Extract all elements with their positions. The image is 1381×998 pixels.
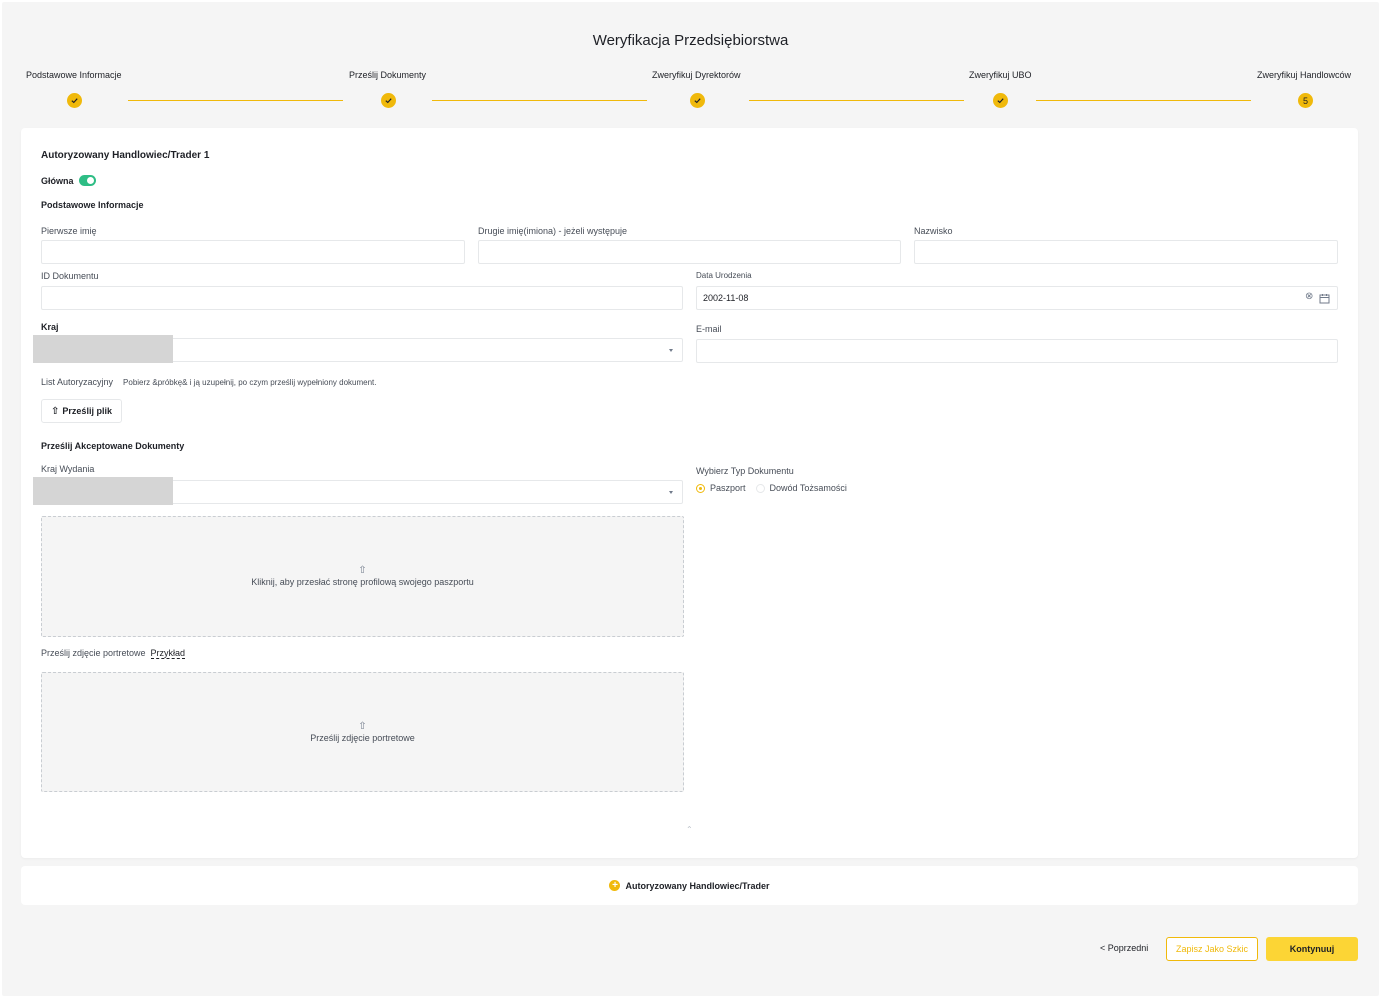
- last-name-field[interactable]: [914, 240, 1338, 264]
- step-connector: [432, 100, 647, 101]
- step-current-number: 5: [1298, 93, 1313, 108]
- check-icon: [71, 98, 78, 104]
- portrait-label-row: Prześlij zdjęcie portretowe Przykład: [41, 648, 186, 659]
- doc-type-radio-group: Paszport Dowód Tożsamości: [696, 483, 847, 493]
- birth-date-value: 2002-11-08: [703, 293, 749, 303]
- portrait-label: Prześlij zdjęcie portretowe: [41, 648, 146, 658]
- page-title: Weryfikacja Przedsiębiorstwa: [592, 32, 789, 49]
- redacted-block: [33, 477, 173, 505]
- middle-name-field[interactable]: [478, 240, 901, 264]
- portrait-dropzone[interactable]: ⇧ Prześlij zdjęcie portretowe: [41, 672, 684, 792]
- email-label: E-mail: [696, 324, 722, 334]
- trader-card: Autoryzowany Handlowiec/Trader 1 Główna …: [21, 128, 1358, 858]
- auth-letter-row: List Autoryzacyjny Pobierz &próbkę& i ją…: [41, 377, 377, 387]
- doc-type-label: Wybierz Typ Dokumentu: [696, 466, 794, 476]
- step-verify-directors[interactable]: Zweryfikuj Dyrektorów: [652, 70, 741, 80]
- main-toggle[interactable]: [78, 175, 96, 186]
- middle-name-label: Drugie imię(imiona) - jeżeli występuje: [478, 226, 628, 236]
- chevron-down-icon: [669, 349, 673, 352]
- step-upload-documents[interactable]: Prześlij Dokumenty: [349, 70, 426, 80]
- upload-file-button[interactable]: ⇧ Prześlij plik: [41, 399, 122, 423]
- upload-file-label: Prześlij plik: [62, 406, 112, 416]
- radio-passport[interactable]: Paszport: [696, 483, 746, 493]
- chevron-down-icon: [669, 491, 673, 494]
- passport-dropzone[interactable]: ⇧ Kliknij, aby przesłać stronę profilową…: [41, 516, 684, 637]
- step-verify-traders[interactable]: Zweryfikuj Handlowców: [1257, 70, 1351, 80]
- check-icon: [694, 98, 701, 104]
- trader-title: Autoryzowany Handlowiec/Trader 1: [41, 150, 210, 161]
- step-verify-ubo[interactable]: Zweryfikuj UBO: [969, 70, 1032, 80]
- step-done-icon: [993, 93, 1008, 108]
- main-toggle-row: Główna: [41, 175, 96, 186]
- basic-info-title: Podstawowe Informacje: [41, 200, 144, 210]
- redacted-block: [33, 335, 173, 363]
- document-id-label: ID Dokumentu: [41, 271, 99, 281]
- save-draft-button[interactable]: Zapisz Jako Szkic: [1166, 937, 1258, 961]
- step-label: Podstawowe Informacje: [26, 70, 122, 80]
- upload-icon: ⇧: [358, 720, 367, 732]
- portrait-example-link[interactable]: Przykład: [150, 648, 186, 659]
- step-connector: [749, 100, 964, 101]
- calendar-icon[interactable]: [1319, 291, 1330, 304]
- upload-icon: ⇧: [51, 405, 60, 417]
- step-label: Zweryfikuj Handlowców: [1257, 70, 1352, 80]
- auth-letter-label: List Autoryzacyjny: [41, 377, 114, 387]
- radio-id-card-label: Dowód Tożsamości: [769, 483, 847, 493]
- plus-icon: +: [609, 880, 621, 891]
- check-icon: [997, 98, 1004, 104]
- previous-button[interactable]: < Poprzedni: [1100, 943, 1148, 953]
- step-label: Prześlij Dokumenty: [349, 70, 427, 80]
- auth-letter-hint: Pobierz &próbkę& i ją uzupełnij, po czym…: [123, 377, 377, 387]
- step-label: Zweryfikuj UBO: [969, 70, 1032, 80]
- birth-date-field[interactable]: 2002-11-08: [696, 286, 1338, 310]
- portrait-dropzone-text: Prześlij zdjęcie portretowe: [310, 732, 415, 743]
- collapse-icon[interactable]: ⌃: [686, 825, 693, 834]
- birth-date-label: Data Urodzenia: [696, 271, 752, 280]
- first-name-field[interactable]: [41, 240, 465, 264]
- step-done-icon: [690, 93, 705, 108]
- issue-country-label: Kraj Wydania: [41, 464, 95, 474]
- last-name-label: Nazwisko: [914, 226, 953, 236]
- add-trader-button[interactable]: + Autoryzowany Handlowiec/Trader: [21, 866, 1358, 905]
- step-connector: [128, 100, 343, 101]
- step-label: Zweryfikuj Dyrektorów: [652, 70, 741, 80]
- step-connector: [1036, 100, 1251, 101]
- radio-id-card-indicator[interactable]: [755, 483, 765, 493]
- step-basic-info[interactable]: Podstawowe Informacje: [26, 70, 122, 80]
- main-label: Główna: [41, 175, 74, 186]
- country-label: Kraj: [41, 322, 59, 332]
- email-field[interactable]: [696, 339, 1338, 363]
- radio-passport-indicator[interactable]: [696, 483, 705, 493]
- document-id-field[interactable]: [41, 286, 683, 310]
- step-done-icon: [67, 93, 82, 108]
- radio-passport-label: Paszport: [710, 483, 746, 493]
- continue-button[interactable]: Kontynuuj: [1266, 937, 1358, 961]
- add-trader-label: Autoryzowany Handlowiec/Trader: [625, 880, 770, 891]
- check-icon: [385, 98, 392, 104]
- first-name-label: Pierwsze imię: [41, 226, 97, 236]
- step-done-icon: [381, 93, 396, 108]
- radio-id-card[interactable]: Dowód Tożsamości: [755, 483, 847, 493]
- upload-icon: ⇧: [358, 565, 367, 576]
- documents-title: Prześlij Akceptowane Dokumenty: [41, 441, 185, 451]
- passport-dropzone-text: Kliknij, aby przesłać stronę profilową s…: [251, 577, 474, 587]
- clear-icon[interactable]: ⊗: [1305, 292, 1313, 302]
